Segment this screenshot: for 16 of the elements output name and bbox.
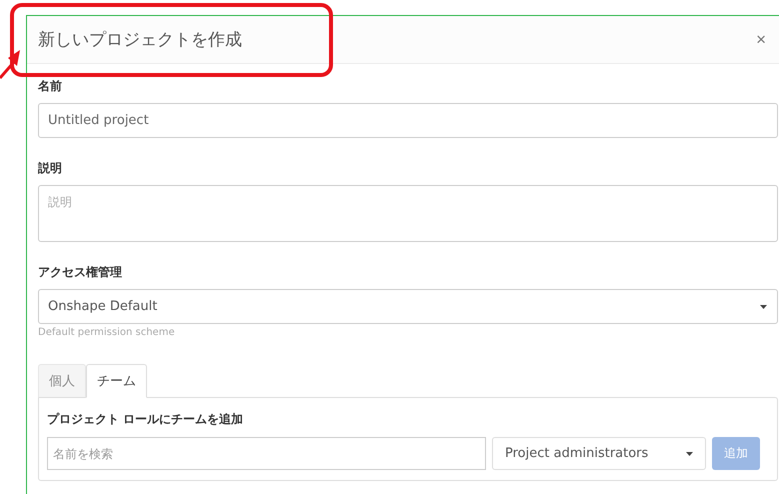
name-field[interactable]: Untitled project <box>38 103 778 138</box>
close-button[interactable]: × <box>756 30 766 50</box>
search-field[interactable]: 名前を検索 <box>47 437 486 470</box>
caret-icon <box>686 452 693 456</box>
description-field[interactable]: 説明 <box>38 185 778 242</box>
caret-icon <box>760 304 767 308</box>
permission-dropdown[interactable]: Onshape Default <box>38 289 778 324</box>
field-hint: Default permission scheme <box>38 327 176 338</box>
tab[interactable]: 個人 <box>38 364 86 398</box>
field-label: 説明 <box>38 160 63 177</box>
dialog-title: 新しいプロジェクトを作成 <box>38 29 242 51</box>
field-label: アクセス権管理 <box>38 264 123 281</box>
field-label: 名前 <box>38 78 63 95</box>
tab[interactable]: チーム <box>86 364 147 398</box>
panel-heading: プロジェクト ロールにチームを追加 <box>47 411 244 428</box>
role-dropdown[interactable]: Project administrators <box>492 437 706 470</box>
